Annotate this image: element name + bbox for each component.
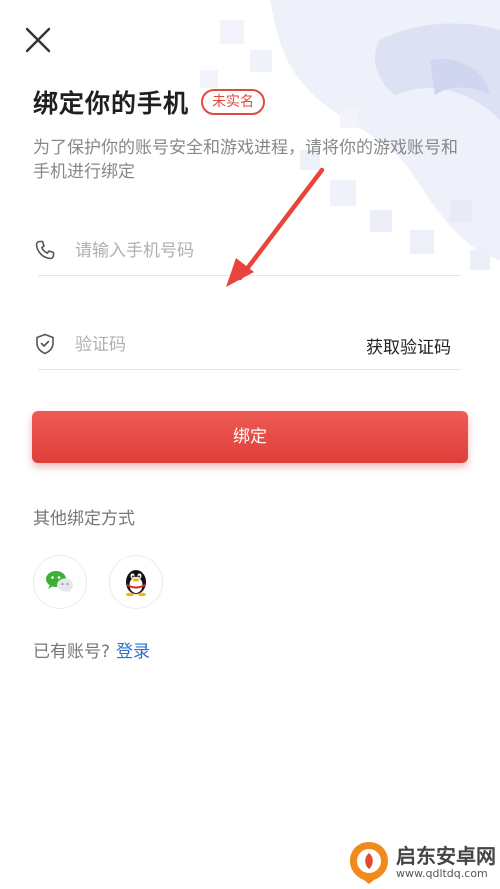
annotation-arrow [226,167,325,287]
watermark: 启东安卓网 www.qdltdq.com [346,839,496,885]
watermark-title: 启东安卓网 [396,843,496,868]
watermark-url: www.qdltdq.com [396,866,488,880]
watermark-logo-icon [350,842,388,884]
